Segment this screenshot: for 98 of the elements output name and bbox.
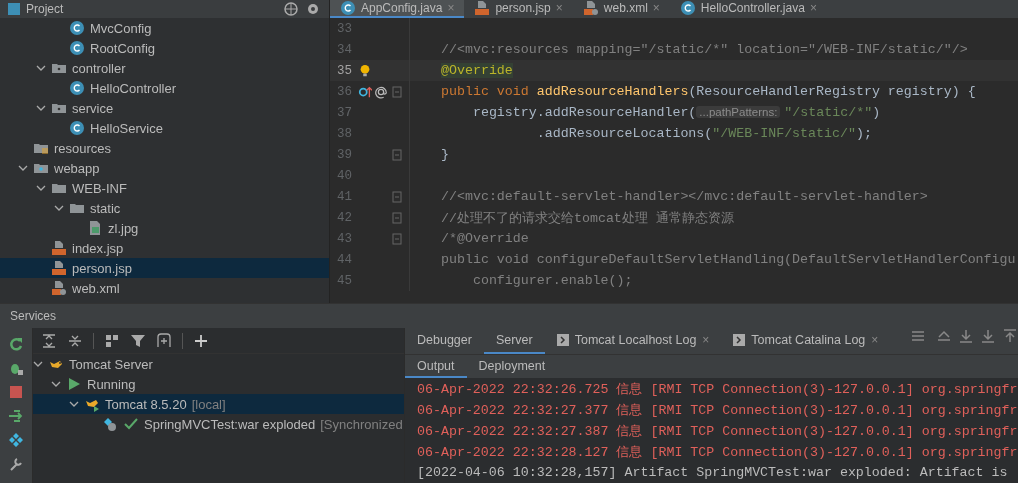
line-number: 44: [336, 252, 352, 267]
add-icon[interactable]: [193, 332, 209, 349]
line-number: 34: [336, 42, 352, 57]
override-icon: [358, 84, 372, 99]
download-icon[interactable]: [958, 328, 974, 344]
tree-item[interactable]: web.xml: [0, 278, 329, 298]
tool-tab[interactable]: Debugger: [405, 328, 484, 354]
chevron-down-icon[interactable]: [36, 63, 46, 73]
jsp-file-icon: [51, 260, 67, 276]
expand-all-icon[interactable]: [41, 332, 57, 349]
class-icon: [69, 120, 85, 136]
tree-item[interactable]: HelloController: [0, 78, 329, 98]
tree-item-note: [Synchronized: [320, 416, 403, 432]
settings-icon[interactable]: [305, 1, 321, 17]
editor-tab[interactable]: HelloController.java ×: [669, 0, 827, 18]
tree-item[interactable]: controller: [0, 58, 329, 78]
tree-item[interactable]: WEB-INF: [0, 178, 329, 198]
artifact-icon: [102, 416, 118, 432]
code-line: configurer.enable();: [471, 273, 633, 288]
group-icon[interactable]: [104, 332, 120, 349]
lightbulb-icon: [358, 63, 372, 78]
line-number: 41: [336, 189, 352, 204]
class-icon: [69, 80, 85, 96]
editor-tab[interactable]: web.xml ×: [572, 0, 670, 18]
tree-item[interactable]: MvcConfig: [0, 18, 329, 38]
image-file-icon: [87, 220, 103, 236]
line-number: 42: [336, 210, 352, 225]
log-line: [2022-04-06 10:32:28,157] Artifact SpringMVCTest:war exploded: Artifact is: [416, 464, 1009, 482]
sub-tab[interactable]: Output: [405, 355, 467, 378]
new-tab-icon[interactable]: [156, 332, 172, 349]
wrench-icon[interactable]: [8, 456, 24, 472]
editor-tab[interactable]: person.jsp ×: [464, 0, 573, 18]
upload-icon[interactable]: [1002, 328, 1018, 344]
scroll-end-icon[interactable]: [936, 328, 952, 344]
code-line: //<mvc:resources mapping="/static/*" location="/WEB-INF/static/"/>: [440, 42, 968, 57]
code-line: //<mvc:default-servlet-handler></mvc:default-servlet-handler>: [440, 189, 928, 204]
line-number: 36: [336, 84, 352, 99]
log-icon: [733, 334, 746, 346]
line-number: 37: [336, 105, 352, 120]
tree-item[interactable]: person.jsp: [0, 258, 329, 278]
editor-tab[interactable]: AppConfig.java ×: [330, 0, 465, 18]
chevron-down-icon[interactable]: [36, 103, 46, 113]
xml-file-icon: [51, 280, 67, 296]
tree-item[interactable]: Tomcat 8.5.20 [local]: [33, 394, 404, 414]
class-icon: [69, 40, 85, 56]
code-line: public void addResourceHandlers(ResourceHandlerRegistry registry) {: [440, 84, 976, 99]
download-icon[interactable]: [980, 328, 996, 344]
panel-title[interactable]: Project: [26, 2, 64, 16]
sub-tab[interactable]: Deployment: [466, 355, 558, 378]
log-line: 06-Apr-2022 22:32:27.387 信息 [RMI TCP Connection(3)-127.0.0.1] org.springfr: [416, 422, 1018, 441]
code-line: public void configureDefaultServletHandling(DefaultServletHandlerConfigu: [440, 252, 1016, 267]
log-line: 06-Apr-2022 22:32:27.377 信息 [RMI TCP Connection(3)-127.0.0.1] org.springfr: [416, 401, 1018, 420]
class-icon: [340, 0, 356, 16]
tree-item[interactable]: HelloService: [0, 118, 329, 138]
jsp-file-icon: [474, 0, 491, 16]
code-line: .addResourceLocations("/WEB-INF/static/");: [535, 126, 872, 141]
xml-file-icon: [582, 0, 599, 16]
line-number: 33: [336, 21, 352, 36]
tree-item[interactable]: service: [0, 98, 329, 118]
tree-item-note: [local]: [191, 396, 226, 412]
line-number: 43: [336, 231, 352, 246]
tool-tab[interactable]: Tomcat Localhost Log ×: [544, 328, 722, 354]
log-line: 06-Apr-2022 22:32:26.725 信息 [RMI TCP Connection(3)-127.0.0.1] org.springfr: [416, 380, 1018, 399]
log-icon: [556, 334, 569, 346]
tree-item[interactable]: static: [0, 198, 329, 218]
code-line: registry.addResourceHandler( ...pathPatterns: "/static/*"): [471, 105, 881, 120]
log-line: 06-Apr-2022 22:32:28.127 信息 [RMI TCP Connection(3)-127.0.0.1] org.springfr: [416, 443, 1018, 462]
code-line: /*@Override: [440, 231, 529, 246]
tree-item[interactable]: SpringMVCTest:war exploded [Synchronized: [33, 414, 404, 434]
class-icon: [679, 0, 696, 16]
panel-title: Services: [10, 309, 56, 323]
rerun-icon[interactable]: [8, 336, 24, 352]
class-icon: [69, 20, 85, 36]
run-icon: [66, 376, 82, 392]
tree-item[interactable]: index.jsp: [0, 238, 329, 258]
annotation-icon: [374, 84, 388, 99]
jsp-file-icon: [51, 240, 67, 256]
line-number: 38: [336, 126, 352, 141]
tree-item[interactable]: webapp: [0, 158, 329, 178]
line-number: 45: [336, 273, 352, 288]
tool-tab[interactable]: Tomcat Catalina Log ×: [721, 328, 891, 354]
tree-item[interactable]: RootConfig: [0, 38, 329, 58]
filter-icon[interactable]: [130, 332, 146, 349]
tree-item[interactable]: zl.jpg: [0, 218, 329, 238]
code-line: //处理不了的请求交给tomcat处理 通常静态资源: [440, 209, 734, 227]
tree-item[interactable]: Running: [33, 374, 404, 394]
line-number: 39: [336, 147, 352, 162]
line-number: 40: [336, 168, 352, 183]
deploy-icon[interactable]: [8, 408, 24, 424]
stop-icon[interactable]: [8, 384, 24, 400]
line-number: 35: [336, 63, 352, 78]
diamond-icon[interactable]: [8, 432, 24, 448]
project-icon: [8, 3, 20, 15]
code-line: }: [440, 147, 449, 162]
tree-item[interactable]: Tomcat Server: [33, 354, 404, 374]
tree-item[interactable]: resources: [0, 138, 329, 158]
check-icon: [123, 416, 139, 432]
locate-icon[interactable]: [283, 1, 299, 17]
